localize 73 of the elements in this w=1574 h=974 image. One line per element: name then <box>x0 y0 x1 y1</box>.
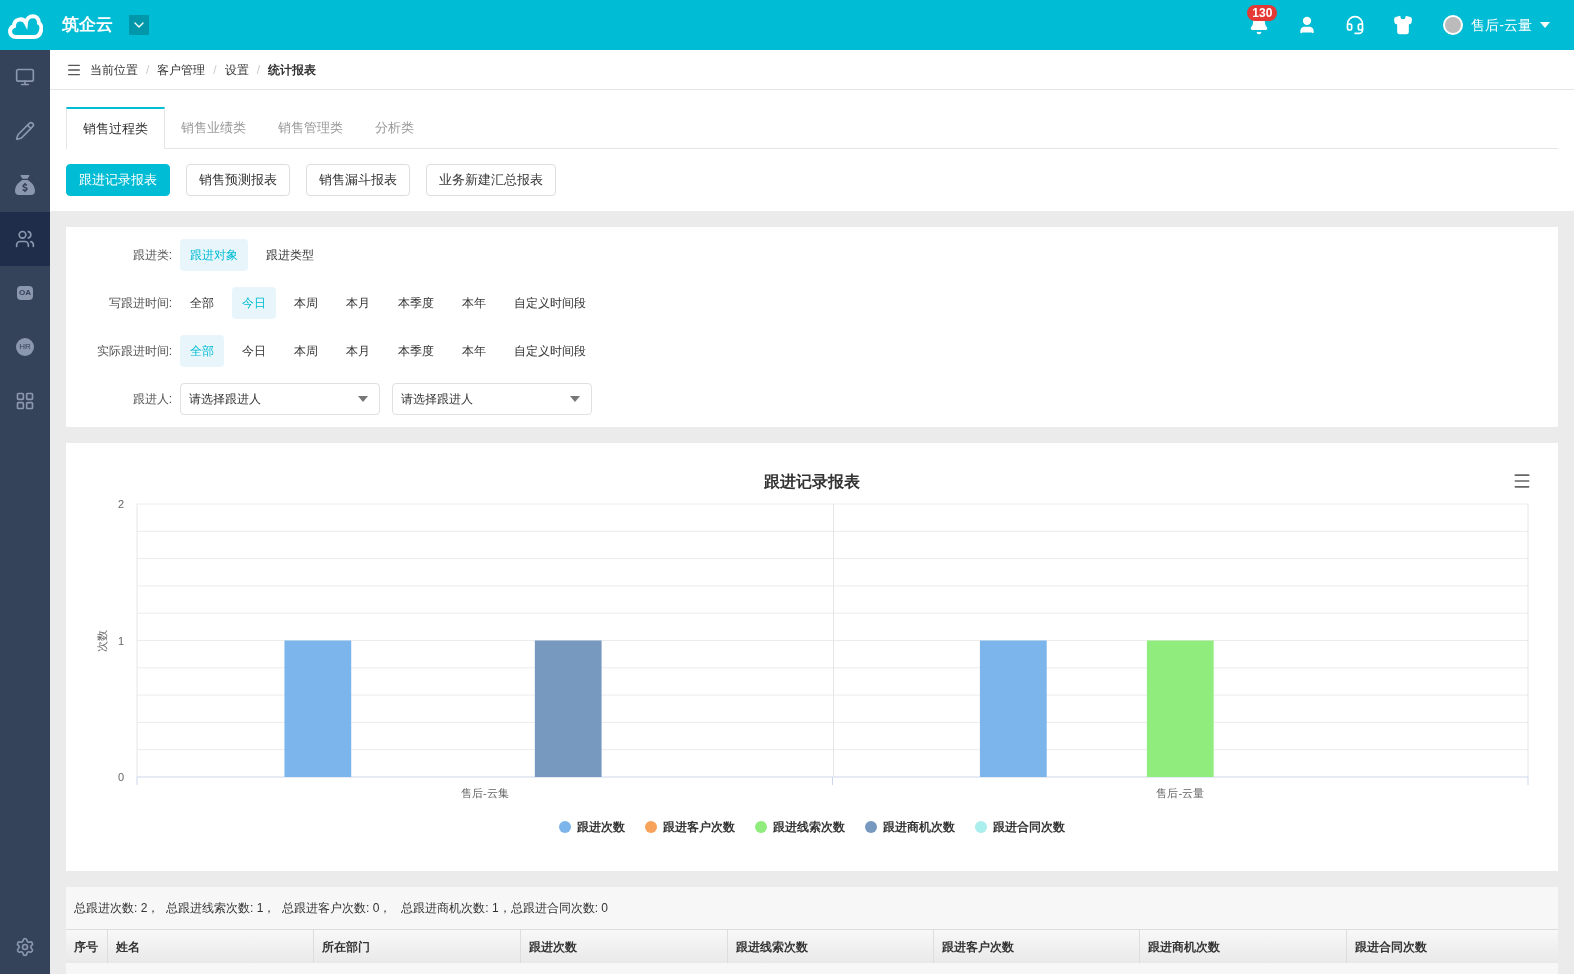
breadcrumb-separator: / <box>213 61 217 79</box>
dropdown-button[interactable] <box>129 15 149 35</box>
filter-option[interactable]: 本周 <box>284 287 328 319</box>
y-tick-label: 0 <box>117 771 124 783</box>
filter-option[interactable]: 本周 <box>284 335 328 367</box>
notification-badge: 130 <box>1247 5 1278 21</box>
money-bag-icon <box>15 175 35 195</box>
caret-icon <box>570 396 580 402</box>
sidebar-item[interactable] <box>0 212 50 266</box>
cloud-logo-icon <box>7 11 43 39</box>
y-tick-label: 2 <box>117 498 124 510</box>
filter-option[interactable]: 本年 <box>452 335 496 367</box>
legend-label[interactable]: 跟进合同次数 <box>993 818 1065 836</box>
filter-option[interactable]: 本季度 <box>388 287 444 319</box>
monitor-icon <box>15 67 35 87</box>
caret-icon <box>358 396 368 402</box>
report-button[interactable]: 销售漏斗报表 <box>306 164 410 196</box>
summary-text: 总跟进次数: 2， 总跟进线索次数: 1， 总跟进客户次数: 0， 总跟进商机次数: 1，总跟进合同次数: 0 <box>74 900 609 917</box>
caret-icon <box>1540 22 1550 28</box>
column-header: 姓名 <box>115 938 141 956</box>
menu-icon[interactable] <box>1512 471 1532 491</box>
filter-option[interactable]: 跟进类型 <box>256 239 324 271</box>
column-header: 序号 <box>73 938 99 956</box>
x-tick-label: 售后-云量 <box>1156 787 1205 799</box>
shirt-icon <box>1393 15 1414 35</box>
legend-label[interactable]: 跟进客户次数 <box>663 818 735 836</box>
filter-option[interactable]: 本月 <box>336 287 380 319</box>
filter-option[interactable]: 本年 <box>452 287 496 319</box>
legend-label[interactable]: 跟进线索次数 <box>773 818 845 836</box>
select-field[interactable]: 请选择跟进人 <box>392 383 592 415</box>
hr-icon: HR <box>16 338 34 356</box>
select-field[interactable]: 请选择跟进人 <box>180 383 380 415</box>
report-button[interactable]: 业务新建汇总报表 <box>426 164 556 196</box>
y-tick-label: 1 <box>117 634 124 647</box>
chart-title: 跟进记录报表 <box>764 472 860 492</box>
sidebar-item[interactable]: HR <box>0 320 50 374</box>
filter-option[interactable]: 本季度 <box>388 335 444 367</box>
breadcrumb-item[interactable]: 设置 <box>224 60 249 79</box>
grid-icon <box>15 391 35 411</box>
column-header: 跟进客户次数 <box>941 938 1015 956</box>
legend-label[interactable]: 跟进次数 <box>577 818 625 836</box>
filter-option[interactable]: 今日 <box>232 335 276 367</box>
x-tick-label: 售后-云集 <box>460 787 509 799</box>
filter-label: 跟进类: <box>131 247 173 264</box>
filter-label: 实际跟进时间: <box>95 343 173 360</box>
column-header: 所在部门 <box>321 938 371 956</box>
avatar <box>1443 15 1464 35</box>
y-axis-title: 次数 <box>96 629 108 652</box>
pencil-icon <box>15 121 35 141</box>
breadcrumb-item[interactable]: 客户管理 <box>157 60 206 79</box>
sidebar-item[interactable]: OA <box>0 266 50 320</box>
filter-label: 写跟进时间: <box>107 295 173 312</box>
tab[interactable]: 销售过程类 <box>66 107 165 149</box>
app-title: 筑企云 <box>62 14 113 37</box>
filter-option[interactable]: 自定义时间段 <box>504 335 596 367</box>
breadcrumb-separator: / <box>146 61 150 79</box>
column-header: 跟进合同次数 <box>1354 938 1428 956</box>
legend-label[interactable]: 跟进商机次数 <box>883 818 955 836</box>
filter-option[interactable]: 自定义时间段 <box>504 287 596 319</box>
filter-option[interactable]: 全部 <box>180 287 224 319</box>
filter-label: 跟进人: <box>131 391 173 408</box>
settings-icon <box>15 937 35 957</box>
users-icon <box>15 229 35 249</box>
breadcrumb-label: 当前位置 <box>90 61 138 79</box>
column-header: 跟进线索次数 <box>735 938 809 956</box>
headset-icon <box>1345 15 1366 35</box>
breadcrumb-separator: / <box>256 61 261 79</box>
breadcrumb-item[interactable]: 统计报表 <box>268 60 317 79</box>
column-header: 跟进商机次数 <box>1147 938 1221 956</box>
oa-icon: OA <box>17 286 33 300</box>
column-header: 跟进次数 <box>528 938 578 956</box>
filter-option[interactable]: 本月 <box>336 335 380 367</box>
report-button[interactable]: 销售预测报表 <box>186 164 290 196</box>
